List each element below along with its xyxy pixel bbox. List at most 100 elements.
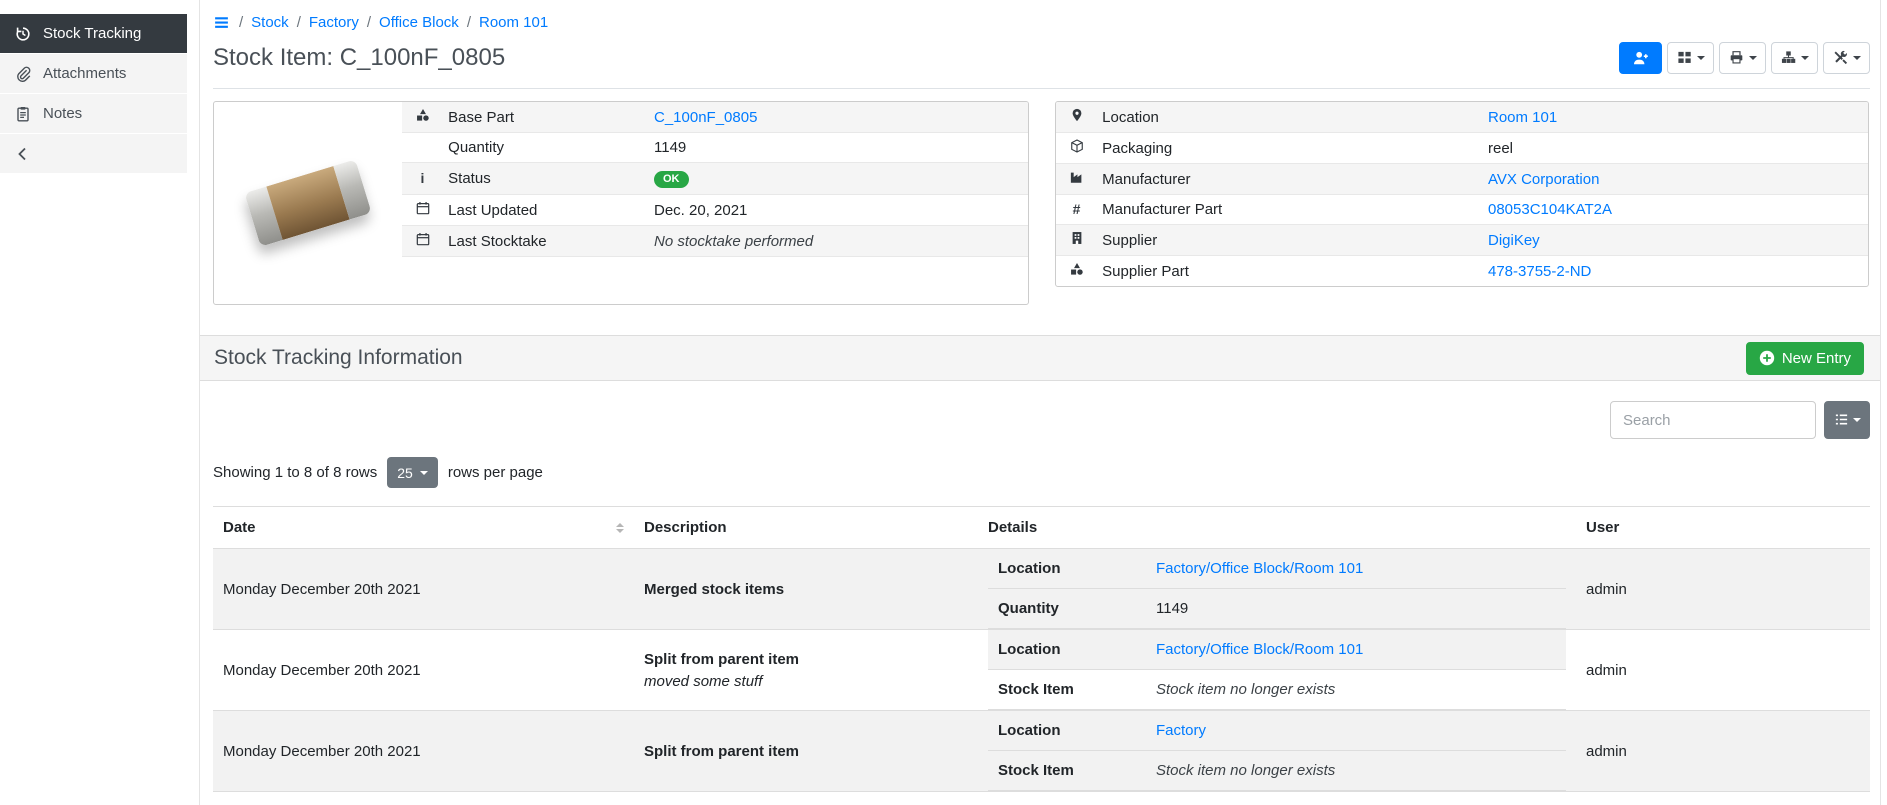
entry-date: Monday December 20th 2021 [213, 549, 634, 630]
detail-label: Location [1102, 109, 1159, 126]
stock-actions-button[interactable] [1771, 42, 1818, 74]
main-content: / Stock / Factory / Office Block / Room … [199, 0, 1881, 805]
detail-label: Packaging [1102, 140, 1172, 157]
table-row: # Manufacturer Part 08053C104KAT2A [1056, 195, 1868, 225]
new-entry-button[interactable]: New Entry [1746, 342, 1864, 375]
stock-detail-table: Base Part C_100nF_0805 Quantity 1149 [402, 102, 1028, 257]
supplier-link[interactable]: DigiKey [1488, 232, 1540, 249]
detail-label: Base Part [448, 109, 514, 126]
breadcrumb-link-factory[interactable]: Factory [309, 14, 359, 31]
detail-label: Location [988, 630, 1146, 670]
smd-capacitor-image [244, 159, 371, 246]
paperclip-icon [15, 66, 31, 82]
sidebar-item-notes[interactable]: Notes [0, 93, 187, 133]
detail-location-link[interactable]: Factory/Office Block/Room 101 [1156, 641, 1363, 658]
barcode-actions-button[interactable] [1667, 42, 1714, 74]
chevron-left-icon [15, 146, 31, 162]
chevron-down-icon [1853, 418, 1861, 422]
list-icon [1833, 412, 1849, 428]
printer-icon [1728, 50, 1744, 66]
section-title: Stock Tracking Information [214, 346, 463, 370]
column-header-date[interactable]: Date [213, 507, 634, 549]
detail-label: Location [988, 549, 1146, 589]
breadcrumb-separator: / [367, 14, 371, 31]
breadcrumb-link-office-block[interactable]: Office Block [379, 14, 459, 31]
chevron-down-icon [1801, 56, 1809, 60]
breadcrumb: / Stock / Factory / Office Block / Room … [213, 13, 1870, 31]
manufacturer-part-link[interactable]: 08053C104KAT2A [1488, 201, 1612, 218]
entry-details-table: Location Factory Stock Item Stock item n… [988, 711, 1566, 791]
source-detail-table: Location Room 101 Packaging reel [1056, 102, 1868, 286]
detail-label: Last Updated [448, 202, 537, 219]
last-updated-value: Dec. 20, 2021 [654, 202, 747, 219]
page-size-value: 25 [397, 465, 413, 481]
part-icon [1068, 262, 1085, 280]
divider [213, 88, 1870, 89]
sidebar-collapse-button[interactable] [0, 133, 187, 173]
detail-location-link[interactable]: Factory/Office Block/Room 101 [1156, 560, 1363, 577]
last-stocktake-value: No stocktake performed [654, 233, 813, 250]
detail-label: Quantity [448, 139, 504, 156]
detail-label: Supplier Part [1102, 263, 1189, 280]
pagination-summary: Showing 1 to 8 of 8 rows [213, 464, 377, 481]
part-thumbnail[interactable] [214, 102, 402, 304]
detail-label: Supplier [1102, 232, 1157, 249]
table-row: Packaging reel [1056, 133, 1868, 164]
edit-actions-button[interactable] [1823, 42, 1870, 74]
industry-icon [1068, 170, 1085, 188]
detail-label: Stock Item [988, 670, 1146, 710]
table-row: Base Part C_100nF_0805 [402, 102, 1028, 133]
page-title: Stock Item: C_100nF_0805 [213, 44, 505, 72]
breadcrumb-link-stock[interactable]: Stock [251, 14, 289, 31]
menu-icon[interactable] [213, 13, 231, 31]
table-row[interactable]: Monday December 20th 2021 Split from par… [213, 711, 1870, 792]
tools-icon [1832, 50, 1848, 66]
stock-item-summary-panel: Base Part C_100nF_0805 Quantity 1149 [213, 101, 1029, 305]
breadcrumb-separator: / [297, 14, 301, 31]
column-header-details[interactable]: Details [978, 507, 1576, 549]
boxes-icon [1780, 50, 1796, 66]
rows-per-page-label: rows per page [448, 464, 543, 481]
chevron-down-icon [1749, 56, 1757, 60]
breadcrumb-separator: / [467, 14, 471, 31]
tracking-table: Date Description Details User Monday Dec… [213, 506, 1870, 792]
column-header-description[interactable]: Description [634, 507, 978, 549]
sidebar-item-label: Notes [43, 105, 82, 122]
user-actions-button[interactable] [1619, 42, 1662, 74]
base-part-link[interactable]: C_100nF_0805 [654, 109, 757, 126]
calendar-icon [414, 232, 431, 250]
detail-value: Stock item no longer exists [1156, 681, 1335, 698]
sidebar-item-attachments[interactable]: Attachments [0, 53, 187, 93]
entry-date: Monday December 20th 2021 [213, 711, 634, 792]
building-icon [1068, 231, 1085, 249]
sidebar-item-label: Stock Tracking [43, 25, 141, 42]
table-row: Manufacturer AVX Corporation [1056, 164, 1868, 195]
print-actions-button[interactable] [1719, 42, 1766, 74]
breadcrumb-link-room-101[interactable]: Room 101 [479, 14, 548, 31]
breadcrumb-separator: / [239, 14, 243, 31]
stock-source-panel: Location Room 101 Packaging reel [1055, 101, 1869, 287]
manufacturer-link[interactable]: AVX Corporation [1488, 171, 1599, 188]
column-header-user[interactable]: User [1576, 507, 1870, 549]
table-row[interactable]: Monday December 20th 2021 Split from par… [213, 630, 1870, 711]
location-link[interactable]: Room 101 [1488, 109, 1557, 126]
sidebar-item-stock-tracking[interactable]: Stock Tracking [0, 13, 187, 53]
table-row: Last Stocktake No stocktake performed [402, 226, 1028, 257]
packaging-value: reel [1488, 140, 1513, 157]
supplier-part-link[interactable]: 478-3755-2-ND [1488, 263, 1591, 280]
page-size-dropdown[interactable]: 25 [387, 457, 438, 488]
table-row: Supplier Part 478-3755-2-ND [1056, 256, 1868, 287]
detail-location-link[interactable]: Factory [1156, 722, 1206, 739]
sort-icon[interactable] [616, 523, 624, 533]
table-columns-button[interactable] [1824, 401, 1870, 439]
history-icon [15, 26, 31, 42]
detail-label: Status [448, 170, 491, 187]
table-row[interactable]: Monday December 20th 2021 Merged stock i… [213, 549, 1870, 630]
detail-label: Manufacturer Part [1102, 201, 1222, 218]
chevron-down-icon [420, 471, 428, 475]
sidebar: Stock Tracking Attachments Notes [0, 0, 187, 173]
map-marker-icon [1068, 108, 1085, 126]
entry-date: Monday December 20th 2021 [213, 630, 634, 711]
search-input[interactable] [1610, 401, 1816, 439]
detail-label: Last Stocktake [448, 233, 546, 250]
